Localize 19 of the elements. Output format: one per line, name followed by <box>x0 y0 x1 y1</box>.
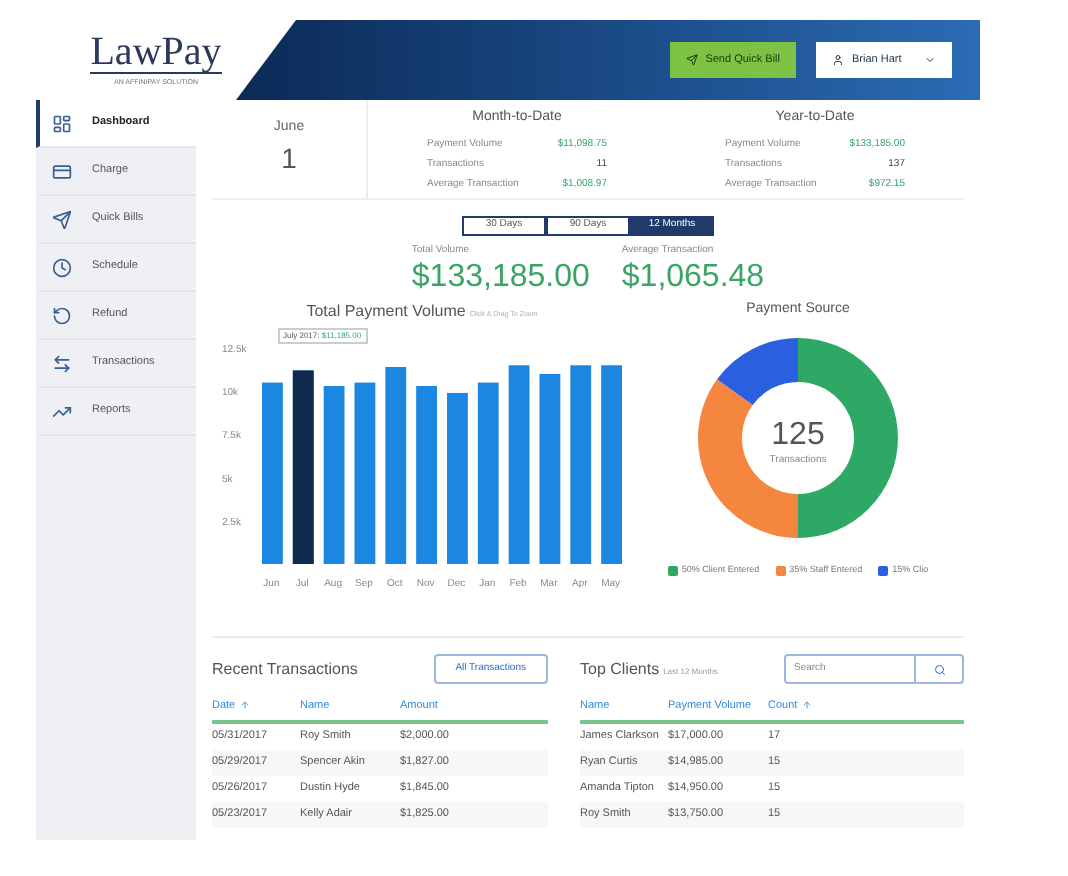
search-button[interactable] <box>916 654 964 684</box>
paper-plane-icon <box>52 209 72 229</box>
user-icon <box>832 54 844 66</box>
caret-icon <box>924 54 936 66</box>
total-value: $133,185.00 <box>411 259 590 295</box>
chart-title: Total Payment Volume <box>306 299 466 323</box>
refund-icon <box>52 305 72 325</box>
total-value: $1,065.48 <box>621 259 765 295</box>
arrows-icon <box>52 353 72 373</box>
card-icon <box>52 161 72 181</box>
paper-plane-icon <box>685 54 698 66</box>
logo[interactable]: LawPay <box>90 31 222 74</box>
center-value: 125 <box>771 418 825 452</box>
search-icon <box>933 663 945 675</box>
section-title: Recent Transactions <box>212 657 358 681</box>
section-title: Top Clients <box>580 657 660 681</box>
day-number: 1 <box>281 140 297 179</box>
clock-icon <box>52 257 72 277</box>
trend-line-icon <box>52 401 72 421</box>
